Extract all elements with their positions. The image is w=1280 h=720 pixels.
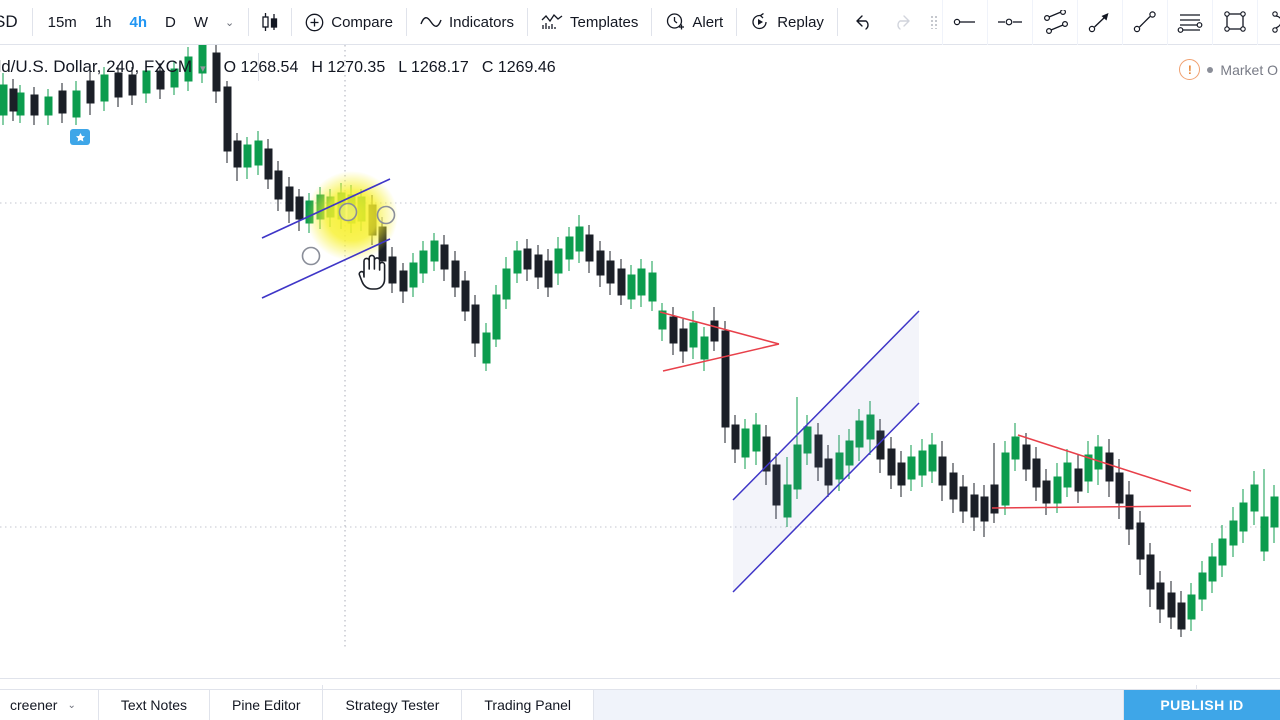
low-value: 1268.17 (410, 59, 469, 76)
tab-bar-spacer (594, 690, 1124, 720)
alert-button[interactable]: Alert (652, 0, 736, 45)
top-toolbar: SD 15m 1h 4h D W ⌄ (0, 0, 1280, 45)
tab-trading-panel[interactable]: Trading Panel (462, 690, 595, 720)
drag-handle[interactable] (928, 0, 942, 45)
chevron-down-icon[interactable]: ⌄ (67, 700, 75, 711)
drawing-toolbar (928, 0, 1280, 45)
undo-icon (856, 15, 869, 30)
close-value: 1269.46 (497, 59, 556, 76)
candlestick-series (0, 45, 1279, 637)
alarm-clock-icon (665, 12, 685, 32)
high-value: 1270.35 (327, 59, 386, 76)
replay-label: Replay (777, 13, 824, 31)
compare-button[interactable]: Compare (292, 0, 406, 45)
trend-line-tool-icon[interactable] (1121, 0, 1167, 45)
templates-button[interactable]: Templates (528, 0, 651, 45)
templates-icon (541, 13, 563, 31)
tradingview-chart-app: SD 15m 1h 4h D W ⌄ (0, 0, 1280, 720)
warning-icon: ! (1179, 59, 1201, 80)
chart-legend: old/U.S. Dollar, 240, FXCM ▾ O 1268.54 H… (0, 57, 556, 77)
parallel-channel-tool-icon[interactable] (1031, 0, 1077, 45)
chart-canvas[interactable] (0, 45, 1280, 649)
rectangle-tool-icon[interactable] (1211, 0, 1257, 45)
ohlc-values: O 1268.54 H 1270.35 L 1268.17 C 1269.46 (224, 59, 556, 77)
status-dot-icon (1207, 66, 1214, 73)
arrow-tool-icon[interactable] (1076, 0, 1122, 45)
chart-pane[interactable]: old/U.S. Dollar, 240, FXCM ▾ O 1268.54 H… (0, 45, 1280, 649)
open-label: O (223, 59, 237, 76)
timeframe-group: 15m 1h 4h D W ⌄ (33, 9, 249, 36)
channel-handle (301, 246, 321, 266)
timeframe-15m[interactable]: 15m (39, 9, 86, 36)
idea-marker-badge[interactable] (70, 129, 90, 145)
redo-button[interactable] (884, 8, 922, 36)
timeframe-w[interactable]: W (185, 9, 217, 36)
tab-strategy-tester[interactable]: Strategy Tester (323, 690, 463, 720)
flat-top-bottom-tool-icon[interactable] (1166, 0, 1212, 45)
tab-pine-editor-label: Pine Editor (232, 697, 301, 713)
open-value: 1268.54 (240, 59, 299, 76)
channel-handle (338, 202, 358, 222)
high-label: H (311, 59, 323, 76)
ray-tool-icon[interactable] (941, 0, 987, 45)
tab-text-notes[interactable]: Text Notes (98, 690, 210, 720)
alert-label: Alert (692, 13, 724, 31)
chevron-down-icon[interactable]: ⌄ (217, 12, 242, 33)
indicators-button[interactable]: Indicators (407, 0, 527, 45)
tab-strategy-tester-label: Strategy Tester (345, 697, 440, 713)
channel-handle (376, 205, 396, 225)
replay-button[interactable]: Replay (737, 0, 837, 45)
replay-icon (750, 12, 770, 32)
tab-stock-screener[interactable]: creener ⌄ (0, 690, 99, 720)
publish-idea-button[interactable]: PUBLISH ID (1124, 690, 1280, 720)
legend-symbol-title[interactable]: old/U.S. Dollar, 240, FXCM (0, 57, 192, 77)
symbol-search-button[interactable]: SD (0, 12, 32, 32)
undo-redo-group (838, 8, 928, 36)
timeframe-1h[interactable]: 1h (86, 9, 121, 36)
wave-icon (420, 15, 442, 29)
candlestick-icon (261, 11, 279, 33)
timeframe-4h[interactable]: 4h (121, 9, 157, 36)
redo-icon (897, 15, 910, 30)
indicators-label: Indicators (448, 13, 514, 31)
undo-button[interactable] (844, 8, 882, 36)
market-status[interactable]: ! Market O (1179, 59, 1278, 80)
templates-label: Templates (570, 13, 639, 31)
close-label: C (481, 59, 494, 76)
chart-type-button[interactable] (249, 0, 291, 45)
tab-trading-panel-label: Trading Panel (484, 697, 572, 713)
plus-circle-icon (305, 13, 324, 32)
chevron-down-icon[interactable]: ▾ (200, 62, 206, 75)
bottom-tab-bar: creener ⌄ Text Notes Pine Editor Strateg… (0, 689, 1280, 720)
tab-text-notes-label: Text Notes (120, 697, 187, 713)
brush-tool-icon[interactable] (1256, 0, 1280, 45)
tab-pine-editor[interactable]: Pine Editor (210, 690, 324, 720)
timeframe-d[interactable]: D (156, 9, 185, 36)
compare-label: Compare (331, 13, 393, 31)
drawing-symmetrical-triangle (659, 311, 780, 372)
extended-line-tool-icon[interactable] (986, 0, 1032, 45)
low-label: L (398, 59, 407, 76)
market-status-label: Market O (1220, 61, 1278, 78)
idea-icon (75, 132, 85, 141)
tab-stock-screener-label: creener (10, 697, 58, 713)
